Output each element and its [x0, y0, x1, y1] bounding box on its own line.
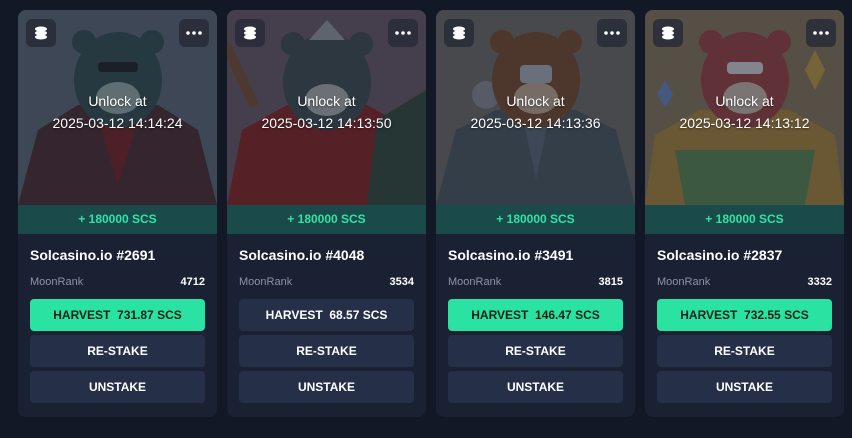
moonrank-row: MoonRank 3534 — [227, 270, 426, 294]
moonrank-label: MoonRank — [239, 276, 293, 288]
layers-icon[interactable] — [235, 19, 265, 47]
moonrank-value: 4712 — [180, 276, 205, 288]
nft-artwork: Unlock at 2025-03-12 14:13:36 — [436, 10, 635, 205]
unlock-time: 2025-03-12 14:13:50 — [261, 115, 392, 131]
layers-icon[interactable] — [653, 19, 683, 47]
moonrank-label: MoonRank — [448, 276, 502, 288]
unlock-info: Unlock at 2025-03-12 14:14:24 — [18, 90, 217, 134]
staked-nft-grid: Unlock at 2025-03-12 14:14:24 + 180000 S… — [18, 10, 844, 417]
unstake-button[interactable]: UNSTAKE — [30, 371, 205, 403]
reward-badge: + 180000 SCS — [227, 205, 426, 234]
nft-card: Unlock at 2025-03-12 14:13:50 + 180000 S… — [227, 10, 426, 417]
restake-button[interactable]: RE-STAKE — [657, 335, 832, 367]
nft-card: Unlock at 2025-03-12 14:14:24 + 180000 S… — [18, 10, 217, 417]
unlock-time: 2025-03-12 14:14:24 — [52, 115, 183, 131]
moonrank-value: 3815 — [598, 276, 623, 288]
layers-icon[interactable] — [444, 19, 474, 47]
moonrank-row: MoonRank 3332 — [645, 270, 844, 294]
nft-artwork: Unlock at 2025-03-12 14:13:50 — [227, 10, 426, 205]
unlock-label: Unlock at — [297, 93, 356, 109]
moonrank-value: 3534 — [389, 276, 414, 288]
more-horizontal-icon[interactable] — [806, 19, 836, 47]
harvest-button[interactable]: HARVEST 146.47 SCS — [448, 299, 623, 331]
moonrank-value: 3332 — [807, 276, 832, 288]
harvest-button[interactable]: HARVEST 732.55 SCS — [657, 299, 832, 331]
more-horizontal-icon[interactable] — [597, 19, 627, 47]
nft-name: Solcasino.io #4048 — [239, 247, 365, 263]
unlock-label: Unlock at — [88, 93, 147, 109]
unstake-button[interactable]: UNSTAKE — [239, 371, 414, 403]
nft-name: Solcasino.io #2691 — [30, 247, 156, 263]
moonrank-row: MoonRank 3815 — [436, 270, 635, 294]
more-horizontal-icon[interactable] — [179, 19, 209, 47]
unstake-button[interactable]: UNSTAKE — [657, 371, 832, 403]
moonrank-row: MoonRank 4712 — [18, 270, 217, 294]
unlock-info: Unlock at 2025-03-12 14:13:12 — [645, 90, 844, 134]
nft-card: Unlock at 2025-03-12 14:13:36 + 180000 S… — [436, 10, 635, 417]
reward-badge: + 180000 SCS — [645, 205, 844, 234]
unlock-info: Unlock at 2025-03-12 14:13:36 — [436, 90, 635, 134]
restake-button[interactable]: RE-STAKE — [30, 335, 205, 367]
harvest-button[interactable]: HARVEST 68.57 SCS — [239, 299, 414, 331]
layers-icon[interactable] — [26, 19, 56, 47]
unlock-info: Unlock at 2025-03-12 14:13:50 — [227, 90, 426, 134]
reward-badge: + 180000 SCS — [436, 205, 635, 234]
restake-button[interactable]: RE-STAKE — [239, 335, 414, 367]
reward-badge: + 180000 SCS — [18, 205, 217, 234]
nft-artwork: Unlock at 2025-03-12 14:14:24 — [18, 10, 217, 205]
nft-name: Solcasino.io #2837 — [657, 247, 783, 263]
unstake-button[interactable]: UNSTAKE — [448, 371, 623, 403]
unlock-time: 2025-03-12 14:13:12 — [679, 115, 810, 131]
unlock-time: 2025-03-12 14:13:36 — [470, 115, 601, 131]
unlock-label: Unlock at — [506, 93, 565, 109]
nft-card: Unlock at 2025-03-12 14:13:12 + 180000 S… — [645, 10, 844, 417]
more-horizontal-icon[interactable] — [388, 19, 418, 47]
moonrank-label: MoonRank — [657, 276, 711, 288]
restake-button[interactable]: RE-STAKE — [448, 335, 623, 367]
nft-artwork: Unlock at 2025-03-12 14:13:12 — [645, 10, 844, 205]
harvest-button[interactable]: HARVEST 731.87 SCS — [30, 299, 205, 331]
unlock-label: Unlock at — [715, 93, 774, 109]
moonrank-label: MoonRank — [30, 276, 84, 288]
nft-name: Solcasino.io #3491 — [448, 247, 574, 263]
